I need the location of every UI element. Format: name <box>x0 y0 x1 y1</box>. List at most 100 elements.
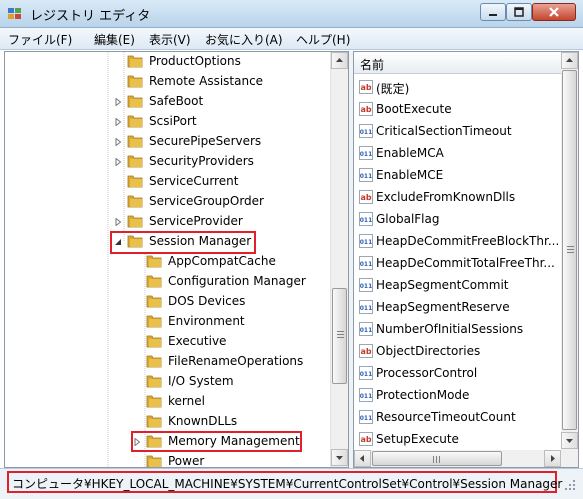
collapsed-triangle-icon[interactable] <box>114 118 122 126</box>
resize-grip-icon[interactable] <box>564 479 576 491</box>
tree-item-label: ServiceCurrent <box>149 174 239 188</box>
tree-item-label: Power <box>168 454 205 468</box>
tree-item[interactable]: SecurityProviders <box>5 152 330 172</box>
svg-text:011: 011 <box>360 173 373 180</box>
tree-item[interactable]: I/O System <box>5 372 330 392</box>
value-name: EnableMCE <box>376 168 444 182</box>
value-name: HeapDeCommitFreeBlockThr... <box>376 234 560 248</box>
tree-item[interactable]: Power <box>5 452 330 468</box>
menu-view[interactable]: 表示(V) <box>149 31 191 48</box>
tree-item[interactable]: kernel <box>5 392 330 412</box>
collapsed-triangle-icon[interactable] <box>114 218 122 226</box>
value-row[interactable]: 011 HeapDeCommitTotalFreeThr... <box>354 252 564 274</box>
minimize-button[interactable] <box>480 3 506 21</box>
tree-item[interactable]: DOS Devices <box>5 292 330 312</box>
tree-item-label: ServiceProvider <box>149 214 243 228</box>
tree-item[interactable]: Environment <box>5 312 330 332</box>
tree-item[interactable]: KnownDLLs <box>5 412 330 432</box>
value-scroll-left-button[interactable] <box>354 450 371 467</box>
name-column-header[interactable]: 名前 <box>354 52 578 74</box>
value-row[interactable]: 011 EnableMCA <box>354 142 564 164</box>
value-scroll-up-button[interactable] <box>561 52 578 69</box>
value-name: SetupExecute <box>376 432 459 446</box>
value-row[interactable]: ab SetupExecute <box>354 428 564 450</box>
tree-item[interactable]: ScsiPort <box>5 112 330 132</box>
svg-text:ab: ab <box>360 105 371 114</box>
value-row[interactable]: ab BootExecute <box>354 98 564 120</box>
binary-value-icon: 011 <box>359 146 373 160</box>
value-scroll-thumb[interactable] <box>562 70 577 430</box>
tree-scroll-down-button[interactable] <box>331 449 348 466</box>
value-horizontal-scrollbar[interactable] <box>354 450 561 467</box>
svg-text:011: 011 <box>360 305 373 312</box>
tree-vertical-scrollbar[interactable] <box>330 52 348 467</box>
value-hscroll-thumb[interactable] <box>372 451 502 466</box>
tree-item[interactable]: SecurePipeServers <box>5 132 330 152</box>
value-row[interactable]: 011 HeapSegmentCommit <box>354 274 564 296</box>
maximize-button[interactable] <box>506 3 532 21</box>
tree-scroll-up-button[interactable] <box>331 52 348 69</box>
value-scroll-down-button[interactable] <box>561 432 578 449</box>
tree-item[interactable]: Configuration Manager <box>5 272 330 292</box>
tree-item-label: ScsiPort <box>149 114 197 128</box>
value-row[interactable]: 011 ProtectionMode <box>354 384 564 406</box>
tree-item-label: SecurePipeServers <box>149 134 262 148</box>
folder-icon <box>127 175 143 188</box>
svg-text:ab: ab <box>360 193 371 202</box>
arrow-down-icon <box>566 439 573 443</box>
tree-item[interactable]: ServiceProvider <box>5 212 330 232</box>
value-row[interactable]: ab (既定) <box>354 76 564 98</box>
value-list[interactable]: 名前 ab (既定) ab BootExecute 011 CriticalSection… <box>353 51 579 468</box>
tree-item-label: AppCompatCache <box>168 254 276 268</box>
menu-help[interactable]: ヘルプ(H) <box>296 31 350 48</box>
tree-item[interactable]: ProductOptions <box>5 52 330 72</box>
tree-item[interactable]: SafeBoot <box>5 92 330 112</box>
menu-file[interactable]: ファイル(F) <box>8 31 72 48</box>
string-value-icon: ab <box>359 80 373 94</box>
binary-value-icon: 011 <box>359 388 373 402</box>
title-bar[interactable]: レジストリ エディタ <box>0 0 583 28</box>
registry-tree[interactable]: ProductOptions Remote Assistance SafeBoot S… <box>4 51 349 468</box>
tree-item-label: ProductOptions <box>149 54 241 68</box>
string-value-icon: ab <box>359 102 373 116</box>
svg-text:011: 011 <box>360 151 373 158</box>
value-row[interactable]: 011 ResourceTimeoutCount <box>354 406 564 428</box>
value-row[interactable]: 011 HeapDeCommitFreeBlockThr... <box>354 230 564 252</box>
folder-icon <box>127 195 143 208</box>
value-row[interactable]: 011 GlobalFlag <box>354 208 564 230</box>
tree-item-label: SecurityProviders <box>149 154 254 168</box>
tree-scroll-thumb[interactable] <box>332 288 347 384</box>
value-row[interactable]: 011 EnableMCE <box>354 164 564 186</box>
tree-item[interactable]: FileRenameOperations <box>5 352 330 372</box>
binary-value-icon: 011 <box>359 366 373 380</box>
value-row[interactable]: 011 HeapSegmentReserve <box>354 296 564 318</box>
value-name: ProtectionMode <box>376 388 470 402</box>
collapsed-triangle-icon[interactable] <box>114 158 122 166</box>
value-name: HeapSegmentCommit <box>376 278 509 292</box>
tree-item[interactable]: AppCompatCache <box>5 252 330 272</box>
value-row[interactable]: 011 NumberOfInitialSessions <box>354 318 564 340</box>
collapsed-triangle-icon[interactable] <box>114 98 122 106</box>
value-name: ExcludeFromKnownDlls <box>376 190 516 204</box>
maximize-icon <box>514 7 524 17</box>
svg-text:011: 011 <box>360 129 373 136</box>
value-scroll-right-button[interactable] <box>544 450 561 467</box>
tree-item[interactable]: ServiceCurrent <box>5 172 330 192</box>
menu-edit[interactable]: 編集(E) <box>94 31 135 48</box>
tree-item-label: KnownDLLs <box>168 414 238 428</box>
tree-item[interactable]: ServiceGroupOrder <box>5 192 330 212</box>
value-row[interactable]: 011 ProcessorControl <box>354 362 564 384</box>
close-button[interactable] <box>532 3 576 21</box>
value-row[interactable]: ab ObjectDirectories <box>354 340 564 362</box>
value-row[interactable]: 011 CriticalSectionTimeout <box>354 120 564 142</box>
collapsed-triangle-icon[interactable] <box>114 138 122 146</box>
tree-item-label: FileRenameOperations <box>168 354 304 368</box>
value-name: ObjectDirectories <box>376 344 481 358</box>
tree-item-label: SafeBoot <box>149 94 204 108</box>
menu-favorites[interactable]: お気に入り(A) <box>205 31 283 48</box>
value-vertical-scrollbar[interactable] <box>561 52 578 450</box>
value-row[interactable]: ab ExcludeFromKnownDlls <box>354 186 564 208</box>
memory-management-highlight <box>131 431 302 452</box>
tree-item[interactable]: Remote Assistance <box>5 72 330 92</box>
tree-item[interactable]: Executive <box>5 332 330 352</box>
